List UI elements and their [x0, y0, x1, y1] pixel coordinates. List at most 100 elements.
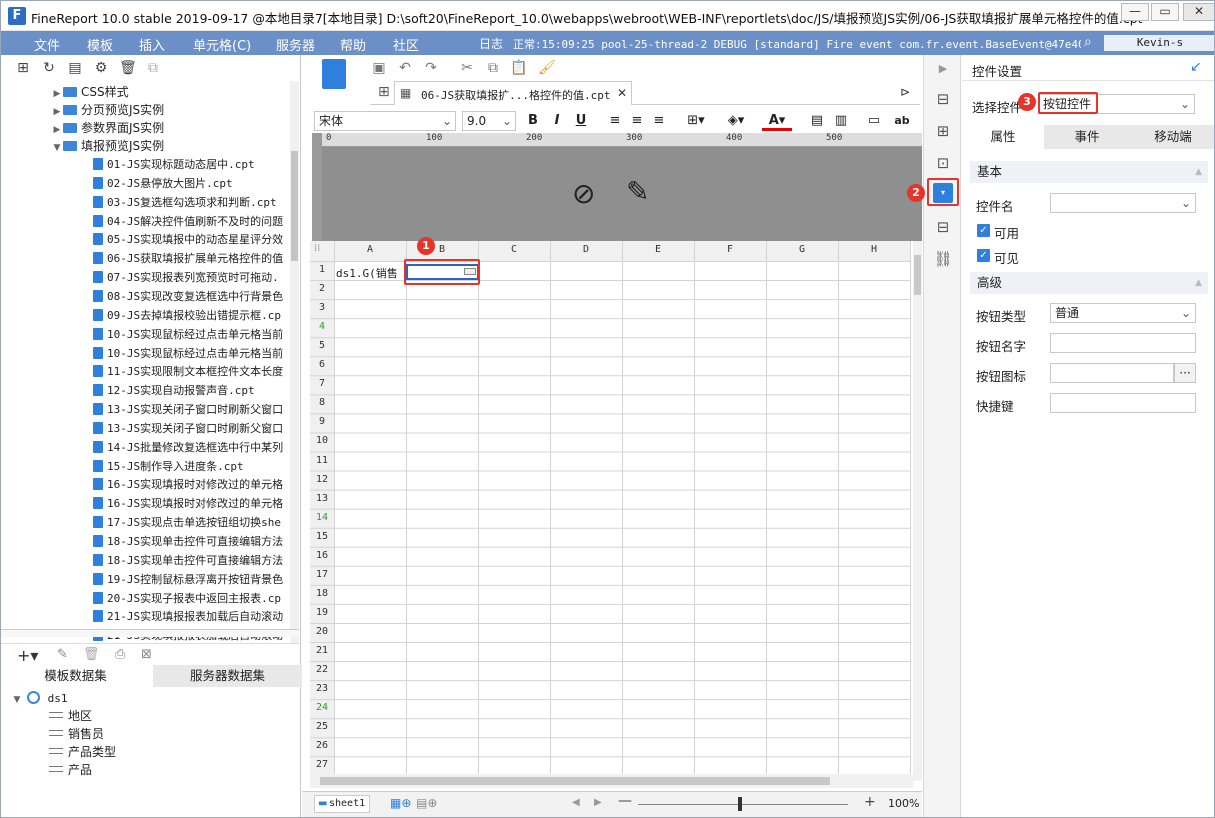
column-header[interactable]: G: [766, 244, 838, 255]
cell-attribute-icon[interactable]: ⊟: [933, 89, 953, 109]
menu-template[interactable]: 模板: [87, 35, 113, 54]
tree-file[interactable]: 16-JS实现填报时对修改过的单元格: [93, 494, 283, 512]
align-right-icon[interactable]: ≡: [650, 111, 668, 131]
dataset-field[interactable]: 产品类型: [49, 743, 116, 761]
tree-file[interactable]: 13-JS实现关闭子窗口时刷新父窗口: [93, 419, 283, 437]
log-label[interactable]: 日志: [479, 35, 503, 52]
column-header[interactable]: C: [478, 244, 550, 255]
font-family-select[interactable]: 宋体 ⌄: [314, 111, 456, 131]
tree-file[interactable]: 08-JS实现改变复选框选中行背景色: [93, 287, 283, 305]
add-dataset-icon[interactable]: +▾: [17, 646, 38, 665]
row-header[interactable]: 14: [310, 512, 334, 523]
font-size-select[interactable]: 9.0 ⌄: [462, 111, 516, 131]
menu-help[interactable]: 帮助: [340, 35, 366, 54]
copy-icon[interactable]: ⧉: [484, 59, 502, 77]
cell-element-icon[interactable]: ⊞: [933, 121, 953, 141]
user-account[interactable]: Kevin-s: [1104, 35, 1214, 51]
row-header[interactable]: 8: [310, 397, 334, 408]
tab-events[interactable]: 事件: [1046, 125, 1128, 149]
tree-file[interactable]: 14-JS批量修改复选框选中行中某列: [93, 438, 283, 456]
row-header[interactable]: 6: [310, 359, 334, 370]
fill-color-icon[interactable]: ◈▾: [722, 111, 750, 131]
tree-file[interactable]: 10-JS实现鼠标经过点击单元格当前: [93, 344, 283, 362]
grid-view-icon[interactable]: ⊞: [378, 84, 390, 100]
row-header[interactable]: 3: [310, 302, 334, 313]
hyperlink-icon[interactable]: ⛓: [933, 249, 953, 269]
column-header[interactable]: A: [334, 244, 406, 255]
cut-icon[interactable]: ✂: [458, 59, 476, 77]
new-folder-icon[interactable]: ⊞: [15, 60, 31, 76]
row-header[interactable]: 9: [310, 416, 334, 427]
row-header[interactable]: 18: [310, 588, 334, 599]
button-name-input[interactable]: [1050, 333, 1196, 353]
bold-button[interactable]: B: [524, 111, 542, 131]
preview-icon[interactable]: ⎙: [115, 647, 125, 662]
add-sheet-icon[interactable]: ▦⊕: [390, 796, 411, 810]
row-header[interactable]: 10: [310, 435, 334, 446]
column-header[interactable]: D: [550, 244, 622, 255]
save-icon[interactable]: ▣: [370, 59, 388, 77]
grid-hscroll[interactable]: [310, 774, 913, 788]
menu-insert[interactable]: 插入: [139, 35, 165, 54]
section-basic[interactable]: 基本 ▲: [970, 161, 1208, 183]
button-icon-input[interactable]: [1050, 363, 1174, 383]
tree-file[interactable]: 15-JS制作导入进度条.cpt: [93, 457, 244, 475]
row-header[interactable]: 24: [310, 702, 334, 713]
eye-hidden-icon[interactable]: ⊘: [572, 177, 595, 210]
row-header[interactable]: 15: [310, 531, 334, 542]
condition-attribute-icon[interactable]: ⊟: [933, 217, 953, 237]
settings-icon[interactable]: ⚙: [93, 60, 109, 76]
row-header[interactable]: 13: [310, 493, 334, 504]
add-sheet-alt-icon[interactable]: ▤⊕: [416, 796, 437, 810]
edit-icon[interactable]: ✎: [626, 175, 649, 208]
insert-icon[interactable]: ▭: [864, 111, 884, 131]
section-advanced[interactable]: 高级 ▲: [970, 272, 1208, 294]
row-header[interactable]: 11: [310, 455, 334, 466]
float-element-icon[interactable]: ⊡: [933, 153, 953, 173]
delete-dataset-icon[interactable]: 🗑: [83, 647, 100, 662]
align-center-icon[interactable]: ≡: [628, 111, 646, 131]
new-report-icon[interactable]: [322, 59, 346, 89]
widget-name-input[interactable]: ⌄: [1050, 193, 1196, 213]
row-header[interactable]: 2: [310, 283, 334, 294]
tab-properties[interactable]: 属性: [962, 125, 1044, 149]
delete-icon[interactable]: 🗑: [119, 60, 137, 76]
browse-icon[interactable]: ···: [1174, 363, 1196, 383]
tree-file[interactable]: 04-JS解决控件值刷新不及时的问题: [93, 212, 283, 230]
select-all-corner[interactable]: ⁞⁞: [314, 243, 320, 254]
border-icon[interactable]: ⊞▾: [682, 111, 710, 131]
tab-server-datasets[interactable]: 服务器数据集: [153, 665, 302, 687]
refresh-icon[interactable]: ↻: [41, 60, 57, 76]
tree-file[interactable]: 10-JS实现鼠标经过点击单元格当前: [93, 325, 283, 343]
align-left-icon[interactable]: ≡: [606, 111, 624, 131]
prev-sheet-icon[interactable]: ◀: [572, 797, 580, 808]
next-sheet-icon[interactable]: ▶: [594, 797, 602, 808]
menu-server[interactable]: 服务器: [276, 35, 315, 54]
tree-file[interactable]: 06-JS获取填报扩展单元格控件的值: [93, 249, 283, 267]
tree-file[interactable]: 01-JS实现标题动态居中.cpt: [93, 155, 255, 173]
grid-vscroll[interactable]: [913, 241, 922, 781]
tree-file[interactable]: 05-JS实现填报中的动态星星评分效: [93, 230, 283, 248]
minimize-button[interactable]: —: [1121, 3, 1149, 21]
pin-icon[interactable]: ↙: [1190, 59, 1202, 75]
tree-file[interactable]: 16-JS实现填报时对修改过的单元格: [93, 475, 283, 493]
button-type-select[interactable]: 普通 ⌄: [1050, 303, 1196, 323]
tab-template-datasets[interactable]: 模板数据集: [1, 665, 150, 687]
column-header[interactable]: E: [622, 244, 694, 255]
menu-cell[interactable]: 单元格(C): [193, 35, 251, 54]
sheet-tab[interactable]: ▬ sheet1: [314, 795, 370, 813]
tree-file[interactable]: 21-JS实现填报报表加载后自动滚动: [93, 607, 283, 625]
tree-folder[interactable]: ▼ 填报预览JS实例: [51, 137, 165, 157]
row-header[interactable]: 25: [310, 721, 334, 732]
close-button[interactable]: ✕: [1183, 3, 1214, 21]
expanded-arrow-icon[interactable]: ▼: [51, 139, 63, 157]
tree-file[interactable]: 13-JS实现关闭子窗口时刷新父窗口: [93, 400, 283, 418]
row-header[interactable]: 20: [310, 626, 334, 637]
row-header[interactable]: 1: [310, 264, 334, 275]
copy-icon[interactable]: ⧉: [145, 60, 161, 76]
tree-file[interactable]: 07-JS实现报表列宽预览时可拖动.: [93, 268, 279, 286]
tree-folder[interactable]: ▶ 分页预览JS实例: [51, 101, 165, 119]
tree-file[interactable]: 12-JS实现自动报警声音.cpt: [93, 381, 255, 399]
row-header[interactable]: 19: [310, 607, 334, 618]
param-icon[interactable]: ⊠: [141, 647, 152, 662]
